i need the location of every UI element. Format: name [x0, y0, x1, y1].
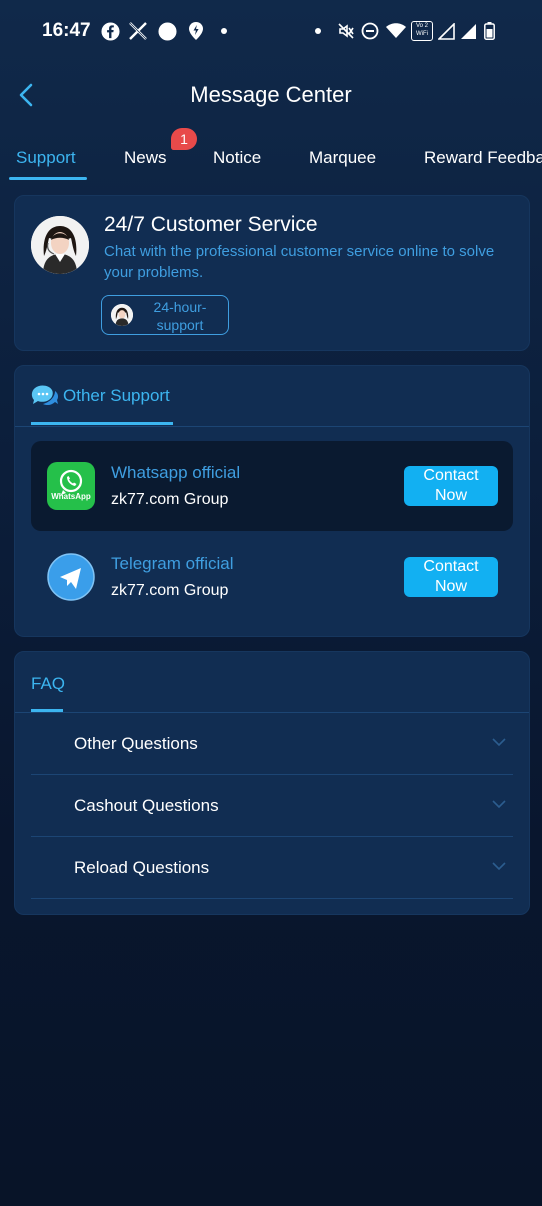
- tab-notice[interactable]: Notice: [213, 148, 261, 168]
- whatsapp-icon-label: WhatsApp: [51, 492, 91, 501]
- chevron-down-icon: [492, 738, 506, 747]
- dnd-icon: [361, 20, 379, 42]
- faq-item-label: Other Questions: [74, 734, 198, 753]
- other-support-title: Other Support: [63, 386, 170, 405]
- dot-icon: [314, 20, 322, 42]
- x-icon: [128, 20, 148, 42]
- vowifi-icon: Vo 2 WiFi: [411, 20, 433, 42]
- page-title: Message Center: [190, 82, 352, 107]
- avatar: [31, 216, 89, 274]
- contact-title: Telegram official: [111, 554, 234, 573]
- active-tab-indicator: [9, 177, 87, 180]
- chat-bubble-icon: [31, 382, 59, 408]
- customer-service-title: 24/7 Customer Service: [104, 213, 318, 236]
- whatsapp-contact-row: WhatsApp Whatsapp official zk77.com Grou…: [31, 441, 513, 531]
- status-time: 16:47: [42, 20, 91, 41]
- tab-bar: Support News Notice Marquee Reward Feedb…: [0, 140, 542, 182]
- tab-reward-feedback[interactable]: Reward Feedba: [424, 148, 542, 168]
- faq-item-other-questions[interactable]: Other Questions: [31, 712, 513, 775]
- contact-button-label: Contact Now: [423, 558, 479, 595]
- contact-group: zk77.com Group: [111, 582, 229, 599]
- battery-icon: [483, 20, 495, 42]
- faq-card: FAQ Other Questions Cashout Questions Re…: [14, 651, 530, 915]
- customer-service-card[interactable]: 24/7 Customer Service Chat with the prof…: [14, 195, 530, 351]
- mute-icon: [337, 20, 355, 42]
- tab-marquee[interactable]: Marquee: [309, 148, 376, 168]
- divider: [15, 426, 529, 427]
- dot-icon: [220, 20, 228, 42]
- wifi-icon: [386, 20, 406, 42]
- customer-service-description: Chat with the professional customer serv…: [104, 243, 495, 281]
- 24-hour-support-label: 24-hour-support: [153, 299, 207, 333]
- other-support-card: Other Support WhatsApp Whatsapp official…: [14, 365, 530, 637]
- news-badge: 1: [171, 128, 197, 150]
- 24-hour-support-button[interactable]: 24-hour-support: [101, 295, 229, 335]
- facebook-icon: [100, 20, 120, 42]
- faq-item-label: Cashout Questions: [74, 796, 219, 815]
- tab-news[interactable]: News: [124, 148, 167, 168]
- telegram-contact-row: Telegram official zk77.com Group Contact…: [31, 532, 513, 622]
- faq-title: FAQ: [31, 674, 66, 693]
- chevron-down-icon: [492, 862, 506, 871]
- tab-support[interactable]: Support: [16, 148, 76, 168]
- avatar: [111, 304, 133, 326]
- faq-item-cashout-questions[interactable]: Cashout Questions: [31, 774, 513, 837]
- signal-icon: [437, 20, 455, 42]
- telegram-icon: [47, 553, 95, 601]
- contact-button-label: Contact Now: [423, 467, 479, 504]
- whatsapp-icon: WhatsApp: [47, 462, 95, 510]
- faq-item-reload-questions[interactable]: Reload Questions: [31, 836, 513, 899]
- status-bar: 16:47 Vo 2 WiFi: [0, 0, 542, 62]
- faq-item-label: Reload Questions: [74, 858, 210, 877]
- location-icon: [187, 20, 205, 42]
- signal-icon: [459, 20, 477, 42]
- contact-title: Whatsapp official: [111, 463, 241, 482]
- whatsapp-contact-button[interactable]: Contact Now: [404, 466, 498, 506]
- chevron-down-icon: [492, 800, 506, 809]
- circle-icon: [157, 20, 177, 42]
- telegram-contact-button[interactable]: Contact Now: [404, 557, 498, 597]
- section-indicator: [31, 422, 173, 425]
- contact-group: zk77.com Group: [111, 491, 229, 508]
